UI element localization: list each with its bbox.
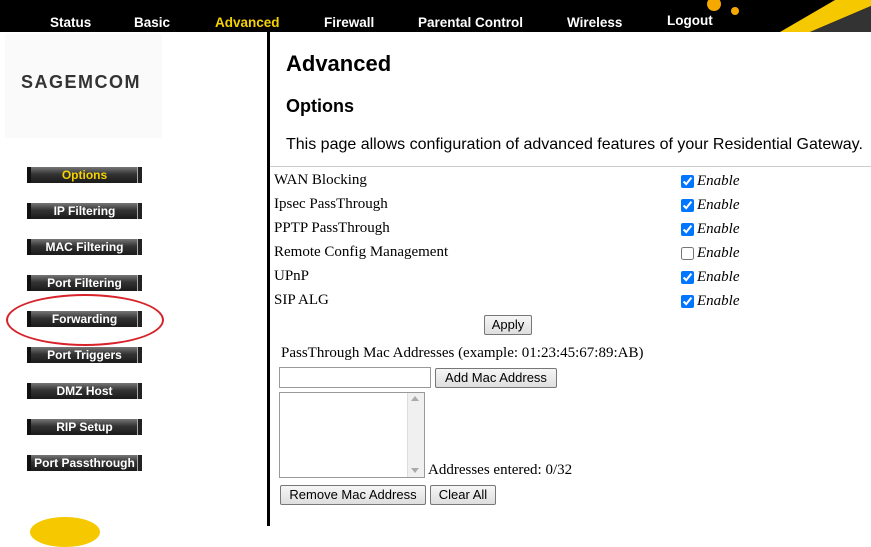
option-label: WAN Blocking <box>274 172 367 188</box>
tab-parental-control[interactable]: Parental Control <box>418 15 523 30</box>
upnp-checkbox[interactable] <box>681 271 694 284</box>
remove-mac-address-button[interactable]: Remove Mac Address <box>280 485 426 505</box>
mac-address-list[interactable] <box>279 392 425 478</box>
scroll-up-arrow-icon[interactable] <box>411 396 419 401</box>
enable-label: Enable <box>697 269 740 285</box>
tab-logout[interactable]: Logout <box>667 13 713 28</box>
sidebar-item-dmz-host[interactable]: DMZ Host <box>27 383 142 399</box>
tab-wireless[interactable]: Wireless <box>567 15 622 30</box>
tab-basic[interactable]: Basic <box>134 15 170 30</box>
tab-advanced[interactable]: Advanced <box>215 15 280 30</box>
enable-label: Enable <box>697 197 740 213</box>
sidebar-item-ip-filtering[interactable]: IP Filtering <box>27 203 142 219</box>
logo-area: SAGEMCOM <box>5 34 162 138</box>
sip-alg-checkbox[interactable] <box>681 295 694 308</box>
addresses-entered-count: Addresses entered: 0/32 <box>428 462 573 478</box>
sidebar-item-port-passthrough[interactable]: Port Passthrough <box>27 455 142 471</box>
sidebar-item-forwarding[interactable]: Forwarding <box>27 311 142 327</box>
apply-button[interactable]: Apply <box>484 315 532 335</box>
enable-label: Enable <box>697 245 740 261</box>
page-title: Advanced <box>286 51 392 76</box>
sidebar-item-rip-setup[interactable]: RIP Setup <box>27 419 142 435</box>
sidebar-item-mac-filtering[interactable]: MAC Filtering <box>27 239 142 255</box>
vertical-divider <box>267 32 270 526</box>
mac-address-input[interactable] <box>279 367 431 388</box>
remote-config-management-checkbox[interactable] <box>681 247 694 260</box>
section-title: Options <box>286 96 354 116</box>
option-label: PPTP PassThrough <box>274 220 390 236</box>
option-row-remote-config-management: Remote Config Management Enable <box>274 240 871 264</box>
list-scrollbar[interactable] <box>407 393 424 477</box>
option-label: Remote Config Management <box>274 244 449 260</box>
passthrough-mac-label: PassThrough Mac Addresses (example: 01:2… <box>281 345 644 361</box>
enable-label: Enable <box>697 173 740 189</box>
option-label: SIP ALG <box>274 292 329 308</box>
enable-label: Enable <box>697 221 740 237</box>
wan-blocking-checkbox[interactable] <box>681 175 694 188</box>
option-row-pptp-passthrough: PPTP PassThrough Enable <box>274 216 871 240</box>
option-row-ipsec-passthrough: Ipsec PassThrough Enable <box>274 192 871 216</box>
sidebar-item-port-filtering[interactable]: Port Filtering <box>27 275 142 291</box>
top-navigation: Status Basic Advanced Firewall Parental … <box>0 0 871 32</box>
sidebar-item-options[interactable]: Options <box>27 167 142 183</box>
sagemcom-logo: SAGEMCOM <box>21 72 141 92</box>
option-row-upnp: UPnP Enable <box>274 264 871 288</box>
tab-status[interactable]: Status <box>50 15 91 30</box>
enable-label: Enable <box>697 293 740 309</box>
ipsec-passthrough-checkbox[interactable] <box>681 199 694 212</box>
clear-all-button[interactable]: Clear All <box>430 485 496 505</box>
pptp-passthrough-checkbox[interactable] <box>681 223 694 236</box>
page-description: This page allows configuration of advanc… <box>286 136 863 153</box>
tab-firewall[interactable]: Firewall <box>324 15 374 30</box>
option-label: Ipsec PassThrough <box>274 196 388 212</box>
option-row-wan-blocking: WAN Blocking Enable <box>274 168 871 192</box>
decorative-sun <box>30 517 100 547</box>
horizontal-divider <box>270 166 871 167</box>
option-label: UPnP <box>274 268 310 284</box>
scroll-down-arrow-icon[interactable] <box>411 468 419 473</box>
sidebar-item-port-triggers[interactable]: Port Triggers <box>27 347 142 363</box>
add-mac-address-button[interactable]: Add Mac Address <box>435 368 557 388</box>
option-row-sip-alg: SIP ALG Enable <box>274 288 871 312</box>
